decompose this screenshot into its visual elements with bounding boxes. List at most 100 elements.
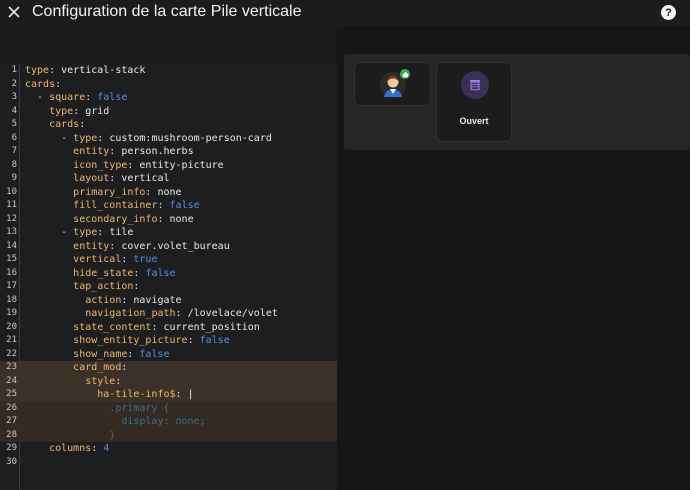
yaml-key: type xyxy=(73,132,98,144)
yaml-value: cover.volet_bureau xyxy=(121,240,230,252)
yaml-value: 4 xyxy=(103,443,110,454)
yaml-key: icon_type xyxy=(73,159,128,171)
line-number: 23 xyxy=(6,362,17,372)
yaml-key: style xyxy=(85,375,116,387)
code-text: cards: xyxy=(25,78,68,90)
code-line[interactable]: 10 primary_info: none xyxy=(0,186,337,200)
yaml-key: navigation_path xyxy=(85,308,176,319)
yaml-key: action xyxy=(85,294,122,306)
yaml-key: fill_container xyxy=(73,200,158,211)
line-number: 18 xyxy=(6,294,17,305)
yaml-key: ha-tile-info$ xyxy=(97,389,176,400)
code-line[interactable]: 21 show_entity_picture: false xyxy=(0,334,337,348)
yaml-value: .primary { xyxy=(109,402,170,414)
code-text: style: xyxy=(85,375,128,387)
yaml-key: type xyxy=(49,105,74,117)
code-line[interactable]: 14 entity: cover.volet_bureau xyxy=(0,240,337,254)
yaml-key: cards xyxy=(49,119,80,130)
code-line[interactable]: 19 navigation_path: /lovelace/volet xyxy=(0,307,337,321)
yaml-key: show_name xyxy=(73,348,128,360)
code-line[interactable]: 23 card_mod: xyxy=(0,361,337,375)
code-line[interactable]: 25 ha-tile-info$: | xyxy=(0,388,337,402)
code-line[interactable]: 29 columns: 4 xyxy=(0,442,337,456)
line-number: 24 xyxy=(6,375,17,386)
yaml-value: | xyxy=(187,389,194,400)
code-text: type: vertical-stack xyxy=(25,65,146,76)
yaml-editor-pane: 1 type: vertical-stack 2 cards: 3 - square:… xyxy=(0,26,337,490)
yaml-value: vertical-stack xyxy=(61,65,146,76)
code-line[interactable]: 3 - square: false xyxy=(0,91,337,105)
code-text: primary_info: none xyxy=(73,186,182,198)
yaml-key: state_content xyxy=(73,321,152,333)
yaml-value: false xyxy=(145,267,176,279)
code-line[interactable]: 4 type: grid xyxy=(0,105,337,119)
code-text: tap_action: xyxy=(73,281,146,292)
yaml-key: card_mod xyxy=(73,362,122,373)
code-text: } xyxy=(25,429,115,443)
line-number: 2 xyxy=(11,78,17,89)
yaml-key: square xyxy=(49,92,86,103)
code-text: state_content: current_position xyxy=(73,321,260,333)
close-button[interactable] xyxy=(6,4,22,20)
line-number: 29 xyxy=(6,443,17,453)
code-line[interactable]: 17 tap_action: xyxy=(0,280,337,294)
line-number: 14 xyxy=(6,240,17,251)
yaml-key: hide_state xyxy=(73,267,134,279)
line-number: 27 xyxy=(6,416,17,426)
code-line[interactable]: 12 secondary_info: none xyxy=(0,213,337,227)
mushroom-person-card[interactable] xyxy=(354,62,431,106)
help-button[interactable]: ? xyxy=(661,5,676,20)
code-line[interactable]: 7 entity: person.herbs xyxy=(0,145,337,159)
code-text: layout: vertical xyxy=(73,173,170,184)
yaml-key: entity xyxy=(73,240,110,252)
code-line[interactable]: 8 icon_type: entity-picture xyxy=(0,159,337,173)
line-number: 20 xyxy=(6,321,17,332)
line-number: 30 xyxy=(6,456,17,467)
line-number: 22 xyxy=(6,348,17,359)
code-line[interactable]: 22 show_name: false xyxy=(0,348,337,362)
code-text: type: grid xyxy=(49,105,110,117)
dialog-title: Configuration de la carte Pile verticale xyxy=(32,3,302,20)
window-shade-icon xyxy=(461,71,489,99)
code-line[interactable]: 24 style: xyxy=(0,374,337,388)
code-line[interactable]: 16 hide_state: false xyxy=(0,267,337,281)
line-number: 12 xyxy=(6,213,17,224)
yaml-value: false xyxy=(169,200,200,211)
code-line[interactable]: 5 cards: xyxy=(0,118,337,132)
code-text: - type: custom:mushroom-person-card xyxy=(61,132,272,144)
line-number: 4 xyxy=(11,105,17,116)
code-line[interactable]: 26 .primary { xyxy=(0,401,337,415)
code-line[interactable]: 27 display: none; xyxy=(0,415,337,429)
line-number: 13 xyxy=(6,227,17,237)
code-line[interactable]: 1 type: vertical-stack xyxy=(0,64,337,78)
yaml-value: vertical xyxy=(121,173,170,184)
code-line[interactable]: 28 } xyxy=(0,428,337,443)
yaml-value: false xyxy=(139,348,170,360)
code-line[interactable]: 18 action: navigate xyxy=(0,294,337,308)
code-line[interactable]: 30 xyxy=(0,456,337,470)
code-line[interactable]: 2 cards: xyxy=(0,78,337,92)
cover-tile-card[interactable]: Ouvert xyxy=(436,62,512,142)
code-line[interactable]: 9 layout: vertical xyxy=(0,172,337,186)
line-number: 3 xyxy=(11,92,17,102)
code-editor[interactable]: 1 type: vertical-stack 2 cards: 3 - square:… xyxy=(0,64,337,490)
yaml-value: display: none; xyxy=(121,416,206,427)
code-line[interactable]: 6 - type: custom:mushroom-person-card xyxy=(0,132,337,146)
code-text: entity: person.herbs xyxy=(73,146,194,157)
code-text: show_name: false xyxy=(73,348,170,360)
help-icon: ? xyxy=(665,6,672,19)
yaml-value: grid xyxy=(85,105,110,117)
line-number: 21 xyxy=(6,335,17,345)
line-number: 8 xyxy=(11,159,17,170)
code-text: ha-tile-info$: | xyxy=(97,389,194,400)
code-line[interactable]: 13 - type: tile xyxy=(0,226,337,240)
line-number: 1 xyxy=(11,65,17,75)
line-number: 11 xyxy=(6,200,17,210)
line-number: 28 xyxy=(6,429,17,440)
code-line[interactable]: 20 state_content: current_position xyxy=(0,321,337,335)
line-number: 10 xyxy=(6,186,17,197)
code-line[interactable]: 15 vertical: true xyxy=(0,253,337,267)
tile-state-label: Ouvert xyxy=(459,116,489,126)
code-line[interactable]: 11 fill_container: false xyxy=(0,199,337,213)
yaml-value: custom:mushroom-person-card xyxy=(109,132,272,144)
